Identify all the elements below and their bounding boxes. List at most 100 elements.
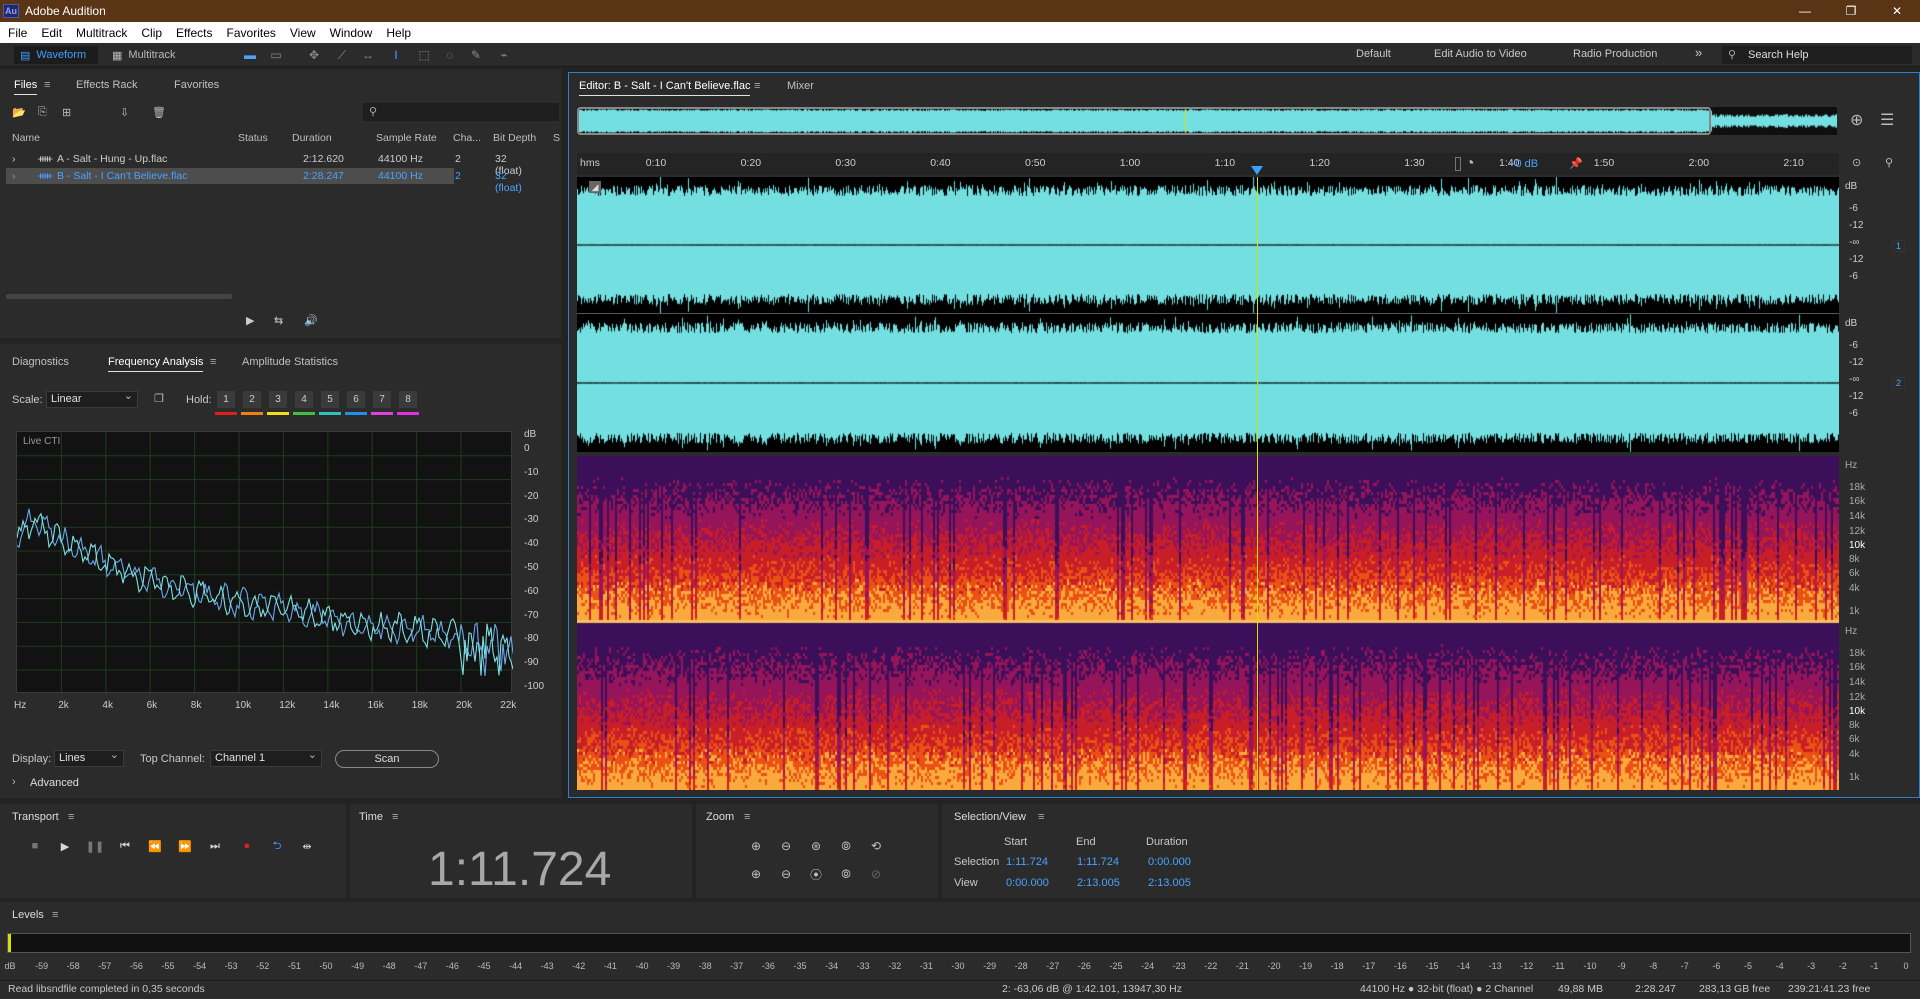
advanced-expand-icon[interactable]: › (12, 776, 16, 788)
menu-clip[interactable]: Clip (133, 26, 168, 40)
col-sample-rate[interactable]: Sample Rate (376, 132, 437, 144)
marquee-tool-icon[interactable]: ⬚ (416, 47, 432, 63)
gain-value[interactable]: +0 dB (1509, 158, 1538, 170)
hold-button-4[interactable]: 4 (295, 391, 313, 408)
menu-favorites[interactable]: Favorites (219, 26, 282, 40)
tab-diagnostics[interactable]: Diagnostics (12, 356, 69, 368)
time-selection-tool-icon[interactable]: I (388, 47, 404, 63)
fade-handle-icon[interactable]: ◢ (589, 181, 601, 193)
panel-menu-icon[interactable]: ≡ (392, 811, 398, 823)
delete-icon[interactable]: 🗑 (152, 106, 166, 119)
scan-button[interactable]: Scan (335, 750, 439, 768)
waveform-view-button[interactable]: ▤ Waveform (14, 46, 98, 64)
file-row-selected[interactable]: › ᚔ B - Salt - I Can't Believe.flac 2:28… (6, 168, 522, 194)
stop-icon[interactable]: ■ (26, 837, 44, 855)
expand-icon[interactable]: › (12, 170, 16, 182)
minimize-button[interactable]: — (1782, 0, 1828, 22)
menu-window[interactable]: Window (322, 26, 379, 40)
playhead-cti[interactable] (1257, 177, 1258, 790)
menu-edit[interactable]: Edit (33, 26, 68, 40)
col-source[interactable]: S (553, 132, 560, 144)
tab-files[interactable]: Files (14, 79, 38, 95)
menu-file[interactable]: File (0, 26, 33, 40)
new-file-icon[interactable]: ⊞ (62, 106, 71, 119)
expand-icon[interactable]: › (12, 153, 16, 165)
menu-view[interactable]: View (282, 26, 322, 40)
fast-forward-icon[interactable]: ⏩ (176, 837, 194, 855)
loop-playback-icon[interactable]: ⮌ (268, 837, 286, 855)
top-channel-dropdown[interactable]: Channel 1 (210, 748, 322, 767)
zoom-in-point-icon[interactable]: ⦿ (806, 865, 826, 883)
timeline-ruler[interactable]: hms 0:10 0:20 0:30 0:40 0:50 1:00 1:10 1:20 1:30 1… (577, 153, 1839, 175)
waveform-display[interactable]: ◢ (577, 177, 1839, 452)
menu-help[interactable]: Help (378, 26, 417, 40)
zoom-vertical-icon[interactable]: ⊙ (1852, 156, 1861, 169)
tab-mixer[interactable]: Mixer (787, 80, 814, 92)
display-dropdown[interactable]: Lines (54, 748, 124, 767)
panel-menu-icon[interactable]: ≡ (1038, 811, 1044, 823)
hold-button-5[interactable]: 5 (321, 391, 339, 408)
menu-multitrack[interactable]: Multitrack (68, 26, 133, 40)
tab-editor[interactable]: Editor: B - Salt - I Can't Believe.flac (579, 80, 751, 96)
col-bit-depth[interactable]: Bit Depth (493, 132, 536, 144)
pin-hud-icon[interactable]: 📌 (1569, 157, 1583, 170)
spectral-display[interactable] (577, 456, 1839, 790)
zoom-to-selection-icon[interactable]: ⟲ (866, 837, 886, 855)
move-tool-icon[interactable]: ✥ (306, 47, 322, 63)
col-channels[interactable]: Cha... (453, 132, 481, 144)
hold-button-1[interactable]: 1 (217, 391, 235, 408)
volume-knob-icon[interactable]: ◔ (1465, 155, 1475, 173)
hold-button-8[interactable]: 8 (399, 391, 417, 408)
tab-amplitude-statistics[interactable]: Amplitude Statistics (242, 356, 338, 368)
autoplay-icon[interactable]: 🔊 (304, 314, 318, 327)
zoom-reset-icon[interactable]: ⊘ (866, 865, 886, 883)
zoom-out-full-icon[interactable]: ⦾ (836, 837, 856, 855)
files-search-input[interactable]: ⚲ (363, 103, 559, 121)
brush-tool-icon[interactable]: ✎ (468, 47, 484, 63)
spectral-pitch-icon[interactable]: ▭ (268, 47, 284, 63)
copy-icon[interactable]: ❐ (154, 392, 164, 405)
zoom-in-amplitude-icon[interactable]: ⊕ (746, 837, 766, 855)
panel-options-icon[interactable]: ☰ (1880, 110, 1894, 130)
play-preview-icon[interactable]: ▶ (246, 314, 254, 327)
spectral-frequency-icon[interactable]: ▬ (242, 47, 258, 63)
zoom-to-selection-icon[interactable]: ⊕ (1850, 110, 1863, 130)
col-status[interactable]: Status (238, 132, 268, 144)
maximize-button[interactable]: ❐ (1828, 0, 1874, 22)
col-duration[interactable]: Duration (292, 132, 332, 144)
selection-start[interactable]: 1:11.724 (1006, 856, 1048, 868)
insert-into-multitrack-icon[interactable]: ⇩ (120, 106, 129, 119)
razor-tool-icon[interactable]: ⟋ (334, 47, 350, 63)
hold-button-3[interactable]: 3 (269, 391, 287, 408)
record-icon[interactable]: ● (238, 837, 256, 855)
scale-dropdown[interactable]: Linear (46, 389, 138, 408)
more-workspaces-button[interactable]: » (1695, 45, 1702, 60)
selection-duration[interactable]: 0:00.000 (1148, 856, 1191, 868)
hold-button-6[interactable]: 6 (347, 391, 365, 408)
tab-frequency-analysis[interactable]: Frequency Analysis (108, 356, 204, 372)
overview-viewport[interactable] (577, 107, 1711, 135)
zoom-in-frequency-icon[interactable]: ⊕ (746, 865, 766, 883)
hold-button-2[interactable]: 2 (243, 391, 261, 408)
multitrack-view-button[interactable]: ▦ Multitrack (112, 46, 194, 64)
play-icon[interactable]: ▶ (56, 837, 74, 855)
zoom-out-frequency-icon[interactable]: ⊖ (776, 865, 796, 883)
menu-effects[interactable]: Effects (168, 26, 218, 40)
next-icon[interactable]: ⏭ (206, 837, 224, 855)
view-end[interactable]: 2:13.005 (1077, 877, 1120, 889)
rewind-icon[interactable]: ⏪ (146, 837, 164, 855)
workspace-default[interactable]: Default (1356, 48, 1391, 60)
view-start[interactable]: 0:00.000 (1006, 877, 1049, 889)
view-duration[interactable]: 2:13.005 (1148, 877, 1191, 889)
spot-healing-icon[interactable]: ⌁ (496, 47, 512, 63)
tab-favorites[interactable]: Favorites (174, 79, 219, 91)
marker-icon[interactable]: ⚲ (1885, 156, 1893, 169)
slip-tool-icon[interactable]: ↔ (360, 47, 376, 63)
zoom-in-time-icon[interactable]: ⊛ (806, 837, 826, 855)
overview-bar[interactable] (577, 107, 1837, 135)
workspace-edit-audio-to-video[interactable]: Edit Audio to Video (1434, 48, 1527, 60)
advanced-section[interactable]: Advanced (30, 777, 79, 789)
workspace-radio-production[interactable]: Radio Production (1573, 48, 1657, 60)
panel-menu-icon[interactable]: ≡ (210, 356, 216, 368)
loop-preview-icon[interactable]: ⇆ (274, 314, 283, 327)
